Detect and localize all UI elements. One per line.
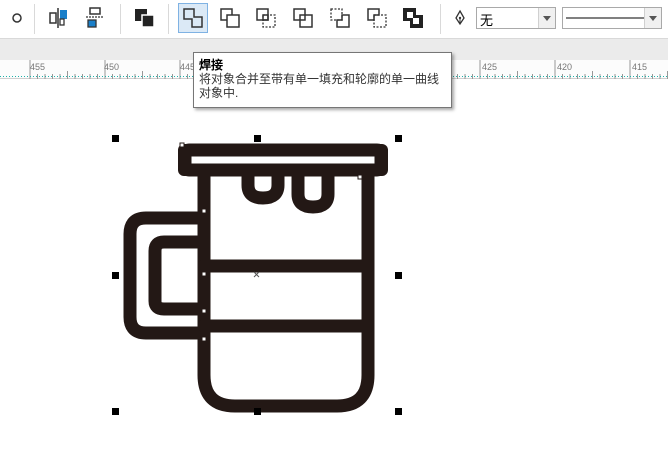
combine-icon: [135, 9, 155, 28]
selection-handle-left[interactable]: [112, 272, 119, 279]
weld-button[interactable]: [178, 3, 208, 33]
toolbar-separator: [440, 4, 441, 34]
front-minus-back-button[interactable]: [325, 3, 355, 33]
simplify-button[interactable]: [288, 3, 318, 33]
trim-icon: [220, 8, 240, 28]
align-button[interactable]: [44, 3, 74, 33]
drawing-canvas[interactable]: [0, 79, 668, 471]
selection-handle-top[interactable]: [254, 135, 261, 142]
selection-handle-bottom-right[interactable]: [395, 408, 402, 415]
mug-icon[interactable]: [0, 79, 668, 471]
intersect-icon: [256, 8, 276, 28]
circle-icon: [12, 13, 22, 23]
align-distribute-icon: [49, 8, 67, 28]
intersect-button[interactable]: [251, 3, 281, 33]
fill-select[interactable]: 无: [476, 7, 556, 29]
weld-icon: [183, 8, 203, 28]
toolbar-separator: [120, 4, 121, 34]
ruler-label: 450: [104, 62, 120, 72]
simplify-icon: [293, 8, 313, 28]
boundary-icon: [403, 8, 423, 28]
dimension-button[interactable]: [80, 3, 110, 33]
tooltip-title: 焊接: [199, 58, 224, 72]
pen-nib-icon: [455, 9, 465, 26]
front-minus-back-icon: [330, 8, 350, 28]
selection-handle-top-right[interactable]: [395, 135, 402, 142]
property-toolbar: 无: [0, 0, 668, 39]
outline-pen-button[interactable]: [448, 3, 472, 33]
circle-tool-button[interactable]: [2, 3, 32, 33]
back-minus-front-icon: [367, 8, 387, 28]
selection-handle-bottom-left[interactable]: [112, 408, 119, 415]
align-center-icon: [86, 7, 104, 28]
trim-button[interactable]: [215, 3, 245, 33]
combine-button[interactable]: [130, 3, 160, 33]
fill-select-value: 无: [480, 13, 494, 28]
toolbar-separator: [34, 4, 35, 34]
line-style-preview: [566, 17, 646, 19]
ruler-label: 425: [482, 62, 498, 72]
ruler-label: 455: [30, 62, 46, 72]
chevron-down-icon[interactable]: [538, 8, 555, 28]
outline-width-select[interactable]: [562, 7, 662, 29]
toolbar-separator: [168, 4, 169, 34]
back-minus-front-button[interactable]: [362, 3, 392, 33]
chevron-down-icon[interactable]: [644, 8, 661, 28]
selection-handle-bottom[interactable]: [254, 408, 261, 415]
boundary-button[interactable]: [398, 3, 428, 33]
tooltip-body: 将对象合并至带有单一填充和轮廓的单一曲线对象中.: [199, 72, 440, 100]
ruler-label: 415: [632, 62, 648, 72]
selection-handle-right[interactable]: [395, 272, 402, 279]
ruler-label: 420: [557, 62, 573, 72]
weld-tooltip: 焊接 将对象合并至带有单一填充和轮廓的单一曲线对象中.: [193, 52, 452, 108]
selection-handle-top-left[interactable]: [112, 135, 119, 142]
